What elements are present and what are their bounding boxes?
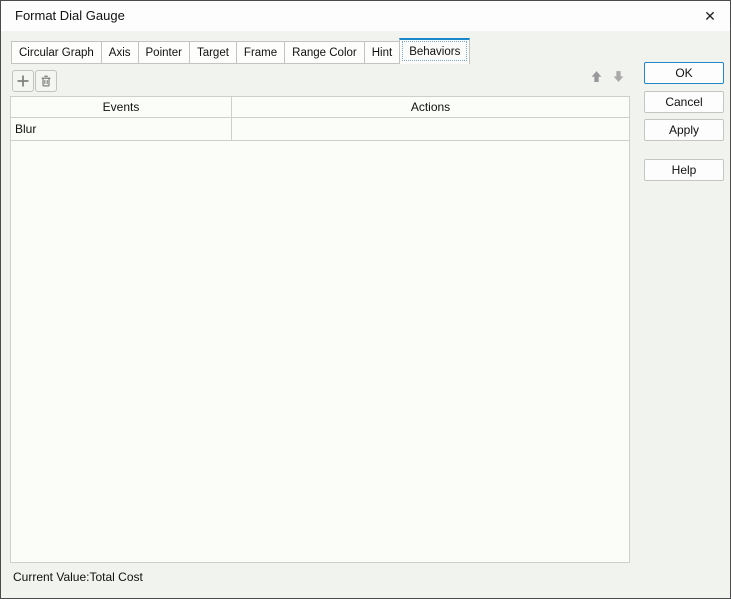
tab-axis[interactable]: Axis <box>100 41 139 64</box>
event-cell[interactable]: Blur <box>11 118 232 140</box>
action-cell[interactable] <box>232 118 629 140</box>
tabbar: Circular Graph Axis Pointer Target Frame… <box>11 38 471 64</box>
tab-target[interactable]: Target <box>188 41 237 64</box>
status-bar: Current Value:Total Cost <box>10 563 630 590</box>
tab-pointer[interactable]: Pointer <box>137 41 190 64</box>
move-down-button[interactable] <box>608 66 629 87</box>
behaviors-table: Events Actions Blur <box>10 96 630 563</box>
cancel-button[interactable]: Cancel <box>644 91 724 113</box>
add-event-button[interactable] <box>12 70 34 92</box>
help-button[interactable]: Help <box>644 159 724 181</box>
tab-behaviors[interactable]: Behaviors <box>399 38 471 64</box>
dialog-title: Format Dial Gauge <box>15 8 125 23</box>
delete-event-button[interactable] <box>35 70 57 92</box>
apply-button[interactable]: Apply <box>644 119 724 141</box>
move-up-button[interactable] <box>586 66 607 87</box>
table-header-row: Events Actions <box>11 97 629 118</box>
arrow-down-icon <box>611 69 626 84</box>
format-dial-gauge-dialog: Format Dial Gauge ✕ Circular Graph Axis … <box>0 0 731 599</box>
trash-icon <box>39 74 53 88</box>
ok-button[interactable]: OK <box>644 62 724 84</box>
column-header-events[interactable]: Events <box>11 97 232 117</box>
close-icon[interactable]: ✕ <box>697 3 723 29</box>
tab-range-color[interactable]: Range Color <box>284 41 365 64</box>
tab-hint[interactable]: Hint <box>363 41 401 64</box>
titlebar: Format Dial Gauge ✕ <box>1 1 730 31</box>
current-value-label: Current Value:Total Cost <box>13 569 143 584</box>
arrow-up-icon <box>589 69 604 84</box>
plus-icon <box>16 74 30 88</box>
tab-frame[interactable]: Frame <box>235 41 286 64</box>
column-header-actions[interactable]: Actions <box>232 97 629 117</box>
table-row[interactable]: Blur <box>11 118 629 141</box>
tab-circular-graph[interactable]: Circular Graph <box>11 41 102 64</box>
